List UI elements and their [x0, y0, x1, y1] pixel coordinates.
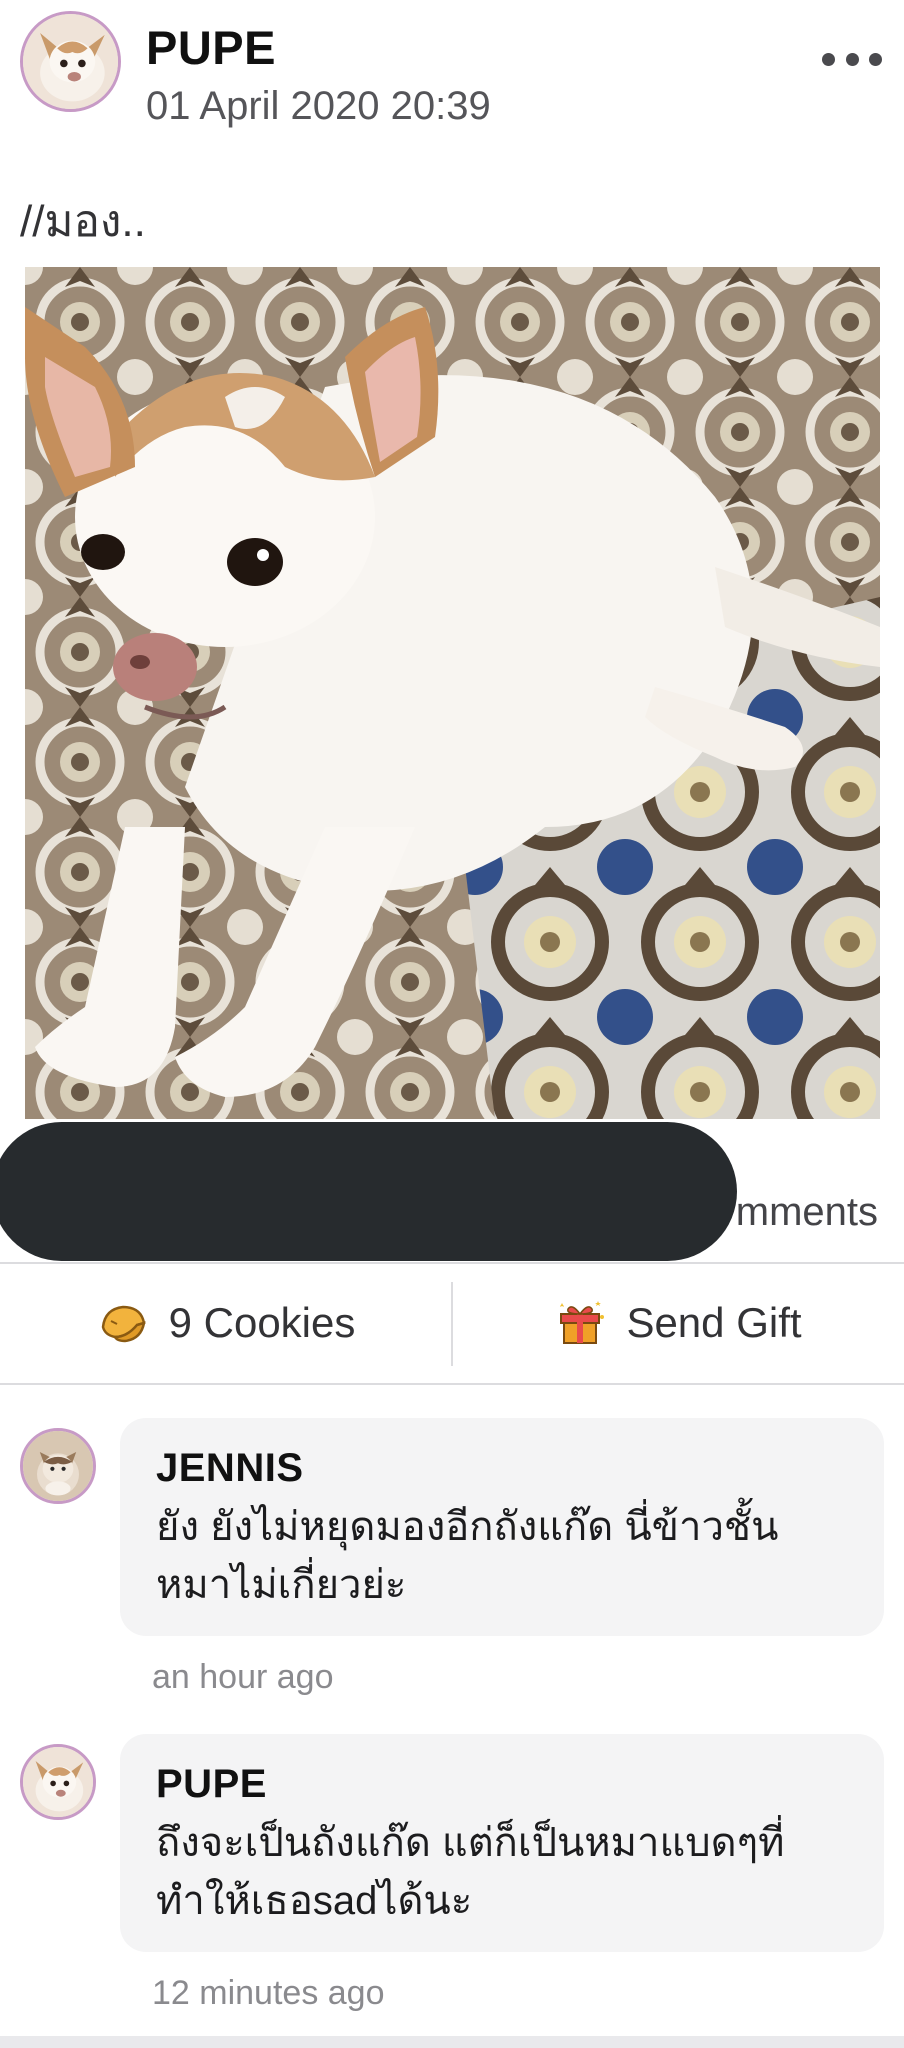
- commenter-name[interactable]: PUPE: [156, 1758, 848, 1810]
- bottom-edge: [0, 2036, 904, 2048]
- dog-avatar-image: [23, 14, 118, 109]
- cat-avatar-image: [23, 1431, 93, 1501]
- comment-bubble: JENNIS ยัง ยังไม่หยุดมองอีกถังแก๊ด นี่ข้…: [120, 1418, 884, 1636]
- more-options-button[interactable]: [822, 44, 882, 74]
- post-photo[interactable]: [25, 267, 880, 1119]
- post-stats-row: mments: [0, 1120, 904, 1262]
- comment-bubble: PUPE ถึงจะเป็นถังแก๊ด แต่ก็เป็นหมาแบดๆที…: [120, 1734, 884, 1952]
- post-header: PUPE 01 April 2020 20:39: [0, 0, 904, 150]
- comment-text: ถึงจะเป็นถังแก๊ด แต่ก็เป็นหมาแบดๆที่ทำให…: [156, 1821, 785, 1923]
- author-avatar[interactable]: [20, 11, 121, 112]
- action-bar: 9 Cookies Send Gift: [0, 1264, 904, 1382]
- cookies-label: 9 Cookies: [168, 1299, 356, 1346]
- dog-avatar-image: [23, 1747, 93, 1817]
- comments-count-link[interactable]: mments: [736, 1190, 878, 1235]
- more-dot: [845, 52, 859, 66]
- redaction-block: [0, 1122, 737, 1261]
- more-horizontal-icon: [822, 52, 835, 66]
- cookies-button[interactable]: 9 Cookies: [0, 1264, 452, 1382]
- commenter-name[interactable]: JENNIS: [156, 1442, 848, 1494]
- send-gift-button[interactable]: Send Gift: [452, 1264, 904, 1382]
- comment-text: ยัง ยังไม่หยุดมองอีกถังแก๊ด นี่ข้าวชั้นห…: [156, 1505, 779, 1607]
- comment-time: 12 minutes ago: [152, 1974, 385, 2012]
- post-page: PUPE 01 April 2020 20:39 //มอง.. mments …: [0, 0, 904, 2048]
- cookie-icon: [101, 1305, 146, 1343]
- post-author-name[interactable]: PUPE: [146, 20, 276, 75]
- commenter-avatar[interactable]: [20, 1428, 96, 1504]
- more-dot: [869, 52, 882, 66]
- post-caption: //มอง..: [20, 197, 146, 246]
- post-timestamp: 01 April 2020 20:39: [146, 84, 491, 128]
- divider: [0, 1383, 904, 1385]
- send-gift-label: Send Gift: [626, 1299, 802, 1346]
- dog-photo-image: [25, 267, 880, 1119]
- comment-time: an hour ago: [152, 1658, 334, 1696]
- gift-icon: [560, 1301, 605, 1344]
- commenter-avatar[interactable]: [20, 1744, 96, 1820]
